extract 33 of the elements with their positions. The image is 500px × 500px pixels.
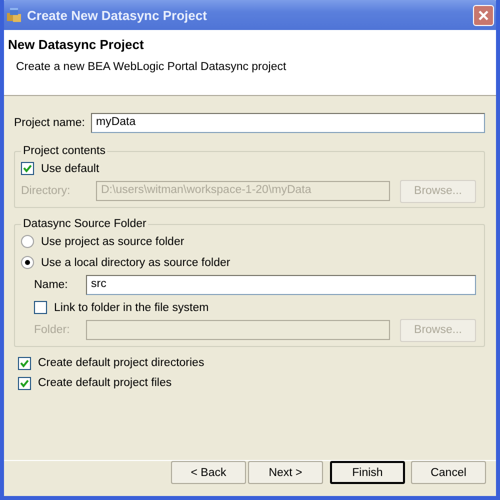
input-field[interactable]: src	[86, 275, 476, 295]
checkbox-label: Create default project files	[38, 377, 172, 389]
checkbox[interactable]	[18, 356, 31, 370]
field-label: Project name:	[14, 117, 86, 129]
field-label: Name:	[34, 279, 69, 291]
close-button[interactable]	[473, 4, 494, 26]
checkbox-label: Link to folder in the file system	[54, 302, 209, 314]
wizard-button[interactable]: < Back	[171, 461, 246, 484]
radio-button[interactable]	[21, 235, 34, 248]
page-title: New Datasync Project	[8, 37, 145, 52]
group-title: Datasync Source Folder	[22, 218, 148, 230]
input-field[interactable]: myData	[91, 113, 485, 133]
check-icon	[23, 164, 32, 173]
boxes-icon	[6, 7, 22, 23]
check-icon	[20, 378, 29, 388]
checkbox[interactable]	[21, 162, 34, 175]
checkbox[interactable]	[18, 376, 31, 390]
field-label: Directory:	[21, 185, 72, 197]
radio-label: Use project as source folder	[41, 236, 184, 248]
group-title: Project contents	[22, 145, 106, 157]
close-icon	[478, 10, 489, 20]
wizard-button[interactable]: Cancel	[411, 461, 486, 484]
checkbox[interactable]	[34, 301, 47, 314]
checkbox-label: Create default project directories	[38, 357, 204, 369]
radio-button[interactable]	[21, 256, 34, 269]
check-icon	[20, 358, 29, 368]
checkbox-label: Use default	[41, 162, 100, 174]
field-label: Folder:	[34, 324, 71, 336]
window-title: Create New Datasync Project	[27, 8, 208, 22]
page-description: Create a new BEA WebLogic Portal Datasync project	[15, 61, 288, 73]
radio-label: Use a local directory as source folder	[41, 256, 230, 268]
wizard-button[interactable]: Next >	[248, 461, 323, 484]
wizard-button[interactable]: Finish	[330, 461, 405, 484]
